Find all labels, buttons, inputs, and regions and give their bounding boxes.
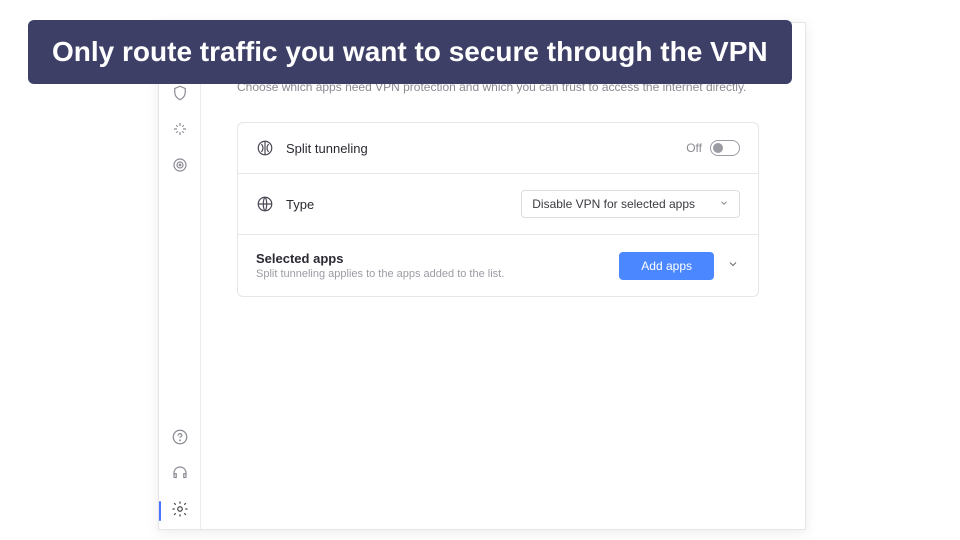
split-tunneling-label: Split tunneling: [286, 141, 674, 156]
row-split-tunneling: Split tunneling Off: [238, 123, 758, 174]
split-tunneling-toggle[interactable]: [710, 140, 740, 156]
main-content: Settings › Split tunneling Choose which …: [201, 23, 805, 529]
chevron-down-icon: [719, 197, 729, 211]
add-apps-button[interactable]: Add apps: [619, 252, 714, 280]
toggle-state-label: Off: [686, 141, 702, 155]
type-selected-value: Disable VPN for selected apps: [532, 197, 695, 211]
target-icon: [171, 156, 189, 179]
sidebar-item-quick-connect[interactable]: [159, 113, 201, 149]
sidebar-item-settings[interactable]: [159, 493, 201, 529]
split-tunneling-icon: [256, 139, 274, 157]
expand-selected-apps[interactable]: [726, 259, 740, 273]
sidebar-item-target[interactable]: [159, 149, 201, 185]
row-selected-apps: Selected apps Split tunneling applies to…: [238, 235, 758, 296]
sidebar: [159, 23, 201, 529]
app-window: Settings › Split tunneling Choose which …: [158, 22, 806, 530]
sidebar-item-help[interactable]: [159, 421, 201, 457]
row-type: Type Disable VPN for selected apps: [238, 174, 758, 235]
sidebar-item-support[interactable]: [159, 457, 201, 493]
shield-icon: [171, 84, 189, 107]
help-chat-icon: [171, 428, 189, 451]
headset-icon: [171, 464, 189, 487]
globe-block-icon: [256, 195, 274, 213]
gear-icon: [171, 500, 189, 523]
type-dropdown[interactable]: Disable VPN for selected apps: [521, 190, 740, 218]
type-label: Type: [286, 197, 509, 212]
selected-apps-subtitle: Split tunneling applies to the apps adde…: [256, 268, 607, 280]
chevron-down-icon: [727, 257, 739, 275]
annotation-banner: Only route traffic you want to secure th…: [28, 20, 792, 84]
sparkle-icon: [171, 120, 189, 143]
settings-panel: Split tunneling Off Type Disable VPN for…: [237, 122, 759, 297]
selected-apps-title: Selected apps: [256, 251, 607, 266]
